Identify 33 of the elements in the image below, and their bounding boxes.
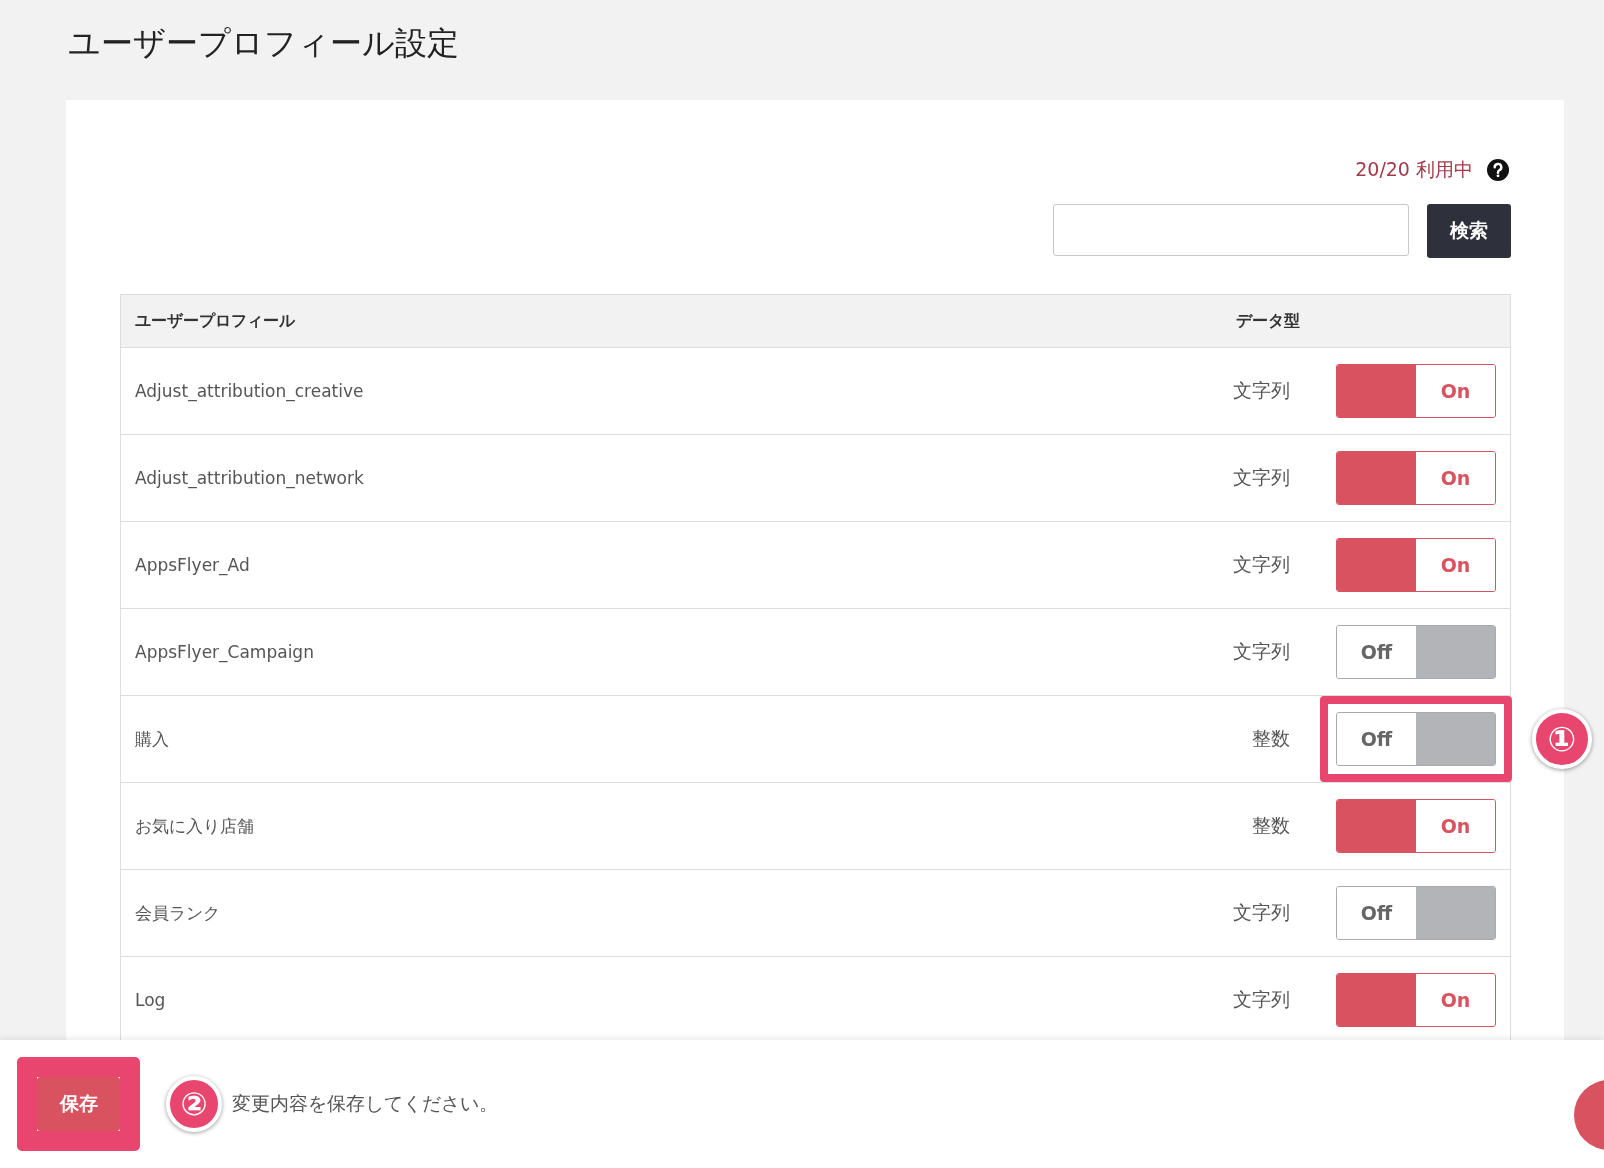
data-type: 文字列 <box>1232 465 1290 490</box>
toggle-switch[interactable]: Off <box>1336 886 1496 940</box>
data-type: 文字列 <box>1232 552 1290 577</box>
profile-name: Adjust_attribution_network <box>135 468 365 488</box>
profile-name: AppsFlyer_Campaign <box>135 642 315 662</box>
data-type: 文字列 <box>1232 987 1290 1012</box>
profile-name: 会員ランク <box>135 901 221 925</box>
help-icon[interactable] <box>1487 159 1509 181</box>
toggle-switch[interactable]: On <box>1336 973 1496 1027</box>
data-type: 文字列 <box>1232 900 1290 925</box>
search-button[interactable]: 検索 <box>1427 204 1511 258</box>
profile-name: 購入 <box>135 727 170 751</box>
toggle-switch[interactable]: On <box>1336 451 1496 505</box>
profile-name: Adjust_attribution_creative <box>135 381 365 401</box>
profile-name: お気に入り店舗 <box>135 814 255 838</box>
save-button[interactable]: 保存 <box>37 1077 120 1131</box>
column-header: ユーザープロフィール <box>135 310 296 332</box>
page-title: ユーザープロフィール設定 <box>67 23 460 64</box>
toggle-switch[interactable]: On <box>1336 364 1496 418</box>
toggle-switch[interactable]: On <box>1336 799 1496 853</box>
search-field[interactable] <box>1053 204 1409 256</box>
column-header: データ型 <box>1235 310 1300 332</box>
toggle-switch[interactable]: Off <box>1336 625 1496 679</box>
toggle-switch[interactable]: On <box>1336 538 1496 592</box>
data-type: 文字列 <box>1232 378 1290 403</box>
profile-name: AppsFlyer_Ad <box>135 555 251 575</box>
data-type: 整数 <box>1251 813 1290 838</box>
toggle-switch[interactable]: Off <box>1336 712 1496 766</box>
usage-count: 20/20 利用中 <box>1355 157 1473 182</box>
profile-name: Log <box>135 990 167 1010</box>
data-type: 文字列 <box>1232 639 1290 664</box>
data-type: 整数 <box>1251 726 1290 751</box>
save-message: 変更内容を保存してください。 <box>232 1091 498 1116</box>
